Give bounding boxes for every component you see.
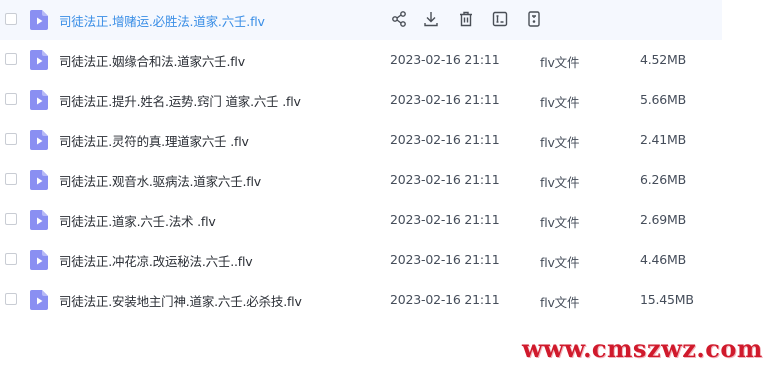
- row-checkbox[interactable]: [5, 173, 17, 185]
- file-size: 6.26MB: [640, 172, 686, 187]
- file-name[interactable]: 司徒法正.灵符的真.理道家六壬 .flv: [59, 131, 249, 150]
- file-type: flv文件: [540, 175, 580, 190]
- row-checkbox[interactable]: [5, 253, 17, 265]
- row-checkbox[interactable]: [5, 293, 17, 305]
- modified-date: 2023-02-16 21:11: [390, 212, 500, 227]
- file-type: flv文件: [540, 55, 580, 70]
- file-name[interactable]: 司徒法正.安装地主门神.道家.六壬.必杀技.flv: [59, 291, 302, 310]
- video-file-icon: [30, 290, 48, 310]
- file-name[interactable]: 司徒法正.观音水.驱病法.道家六壬.flv: [59, 171, 261, 190]
- row-checkbox[interactable]: [5, 93, 17, 105]
- modified-date: 2023-02-16 21:11: [390, 252, 500, 267]
- table-row[interactable]: 司徒法正.冲花凉.改运秘法.六壬..flv 2023-02-16 21:11 f…: [0, 240, 722, 280]
- download-icon[interactable]: [422, 10, 440, 28]
- video-file-icon: [30, 210, 48, 230]
- more-icon[interactable]: [525, 10, 543, 28]
- file-size: 15.45MB: [640, 292, 694, 307]
- file-type: flv文件: [540, 255, 580, 270]
- row-checkbox[interactable]: [5, 53, 17, 65]
- table-row[interactable]: 司徒法正.道家.六壬.法术 .flv 2023-02-16 21:11 flv文…: [0, 200, 722, 240]
- modified-date: 2023-02-16 21:11: [390, 92, 500, 107]
- table-row[interactable]: 司徒法正.观音水.驱病法.道家六壬.flv 2023-02-16 21:11 f…: [0, 160, 722, 200]
- file-name[interactable]: 司徒法正.增赌运.必胜法.道家.六壬.flv: [59, 11, 265, 30]
- file-type: flv文件: [540, 295, 580, 310]
- row-checkbox[interactable]: [5, 133, 17, 145]
- file-name[interactable]: 司徒法正.提升.姓名.运势.窍门 道家.六壬 .flv: [59, 91, 301, 110]
- row-checkbox[interactable]: [5, 13, 17, 25]
- file-size: 5.66MB: [640, 92, 686, 107]
- table-row[interactable]: 司徒法正.提升.姓名.运势.窍门 道家.六壬 .flv 2023-02-16 2…: [0, 80, 722, 120]
- row-checkbox[interactable]: [5, 213, 17, 225]
- table-row[interactable]: 司徒法正.增赌运.必胜法.道家.六壬.flv: [0, 0, 722, 40]
- video-file-icon: [30, 50, 48, 70]
- video-file-icon: [30, 170, 48, 190]
- file-type: flv文件: [540, 95, 580, 110]
- table-row[interactable]: 司徒法正.安装地主门神.道家.六壬.必杀技.flv 2023-02-16 21:…: [0, 280, 722, 320]
- watermark: www.cmszwz.com: [522, 334, 763, 363]
- file-size: 4.52MB: [640, 52, 686, 67]
- modified-date: 2023-02-16 21:11: [390, 292, 500, 307]
- file-name[interactable]: 司徒法正.冲花凉.改运秘法.六壬..flv: [59, 251, 253, 270]
- video-file-icon: [30, 90, 48, 110]
- table-row[interactable]: 司徒法正.灵符的真.理道家六壬 .flv 2023-02-16 21:11 fl…: [0, 120, 722, 160]
- file-size: 2.69MB: [640, 212, 686, 227]
- modified-date: 2023-02-16 21:11: [390, 52, 500, 67]
- file-type: flv文件: [540, 215, 580, 230]
- rename-icon[interactable]: [491, 10, 509, 28]
- file-type: flv文件: [540, 135, 580, 150]
- video-file-icon: [30, 130, 48, 150]
- file-browser: 司徒法正.增赌运.必胜法.道家.六壬.flv 司徒法正.姻缘合和法.道家六壬.f…: [0, 0, 774, 366]
- video-file-icon: [30, 10, 48, 30]
- share-icon[interactable]: [390, 10, 408, 28]
- file-size: 4.46MB: [640, 252, 686, 267]
- table-row[interactable]: 司徒法正.姻缘合和法.道家六壬.flv 2023-02-16 21:11 flv…: [0, 40, 722, 80]
- file-list: 司徒法正.增赌运.必胜法.道家.六壬.flv 司徒法正.姻缘合和法.道家六壬.f…: [0, 0, 722, 320]
- file-name[interactable]: 司徒法正.姻缘合和法.道家六壬.flv: [59, 51, 245, 70]
- delete-icon[interactable]: [457, 10, 475, 28]
- modified-date: 2023-02-16 21:11: [390, 132, 500, 147]
- video-file-icon: [30, 250, 48, 270]
- modified-date: 2023-02-16 21:11: [390, 172, 500, 187]
- file-name[interactable]: 司徒法正.道家.六壬.法术 .flv: [59, 211, 216, 230]
- file-size: 2.41MB: [640, 132, 686, 147]
